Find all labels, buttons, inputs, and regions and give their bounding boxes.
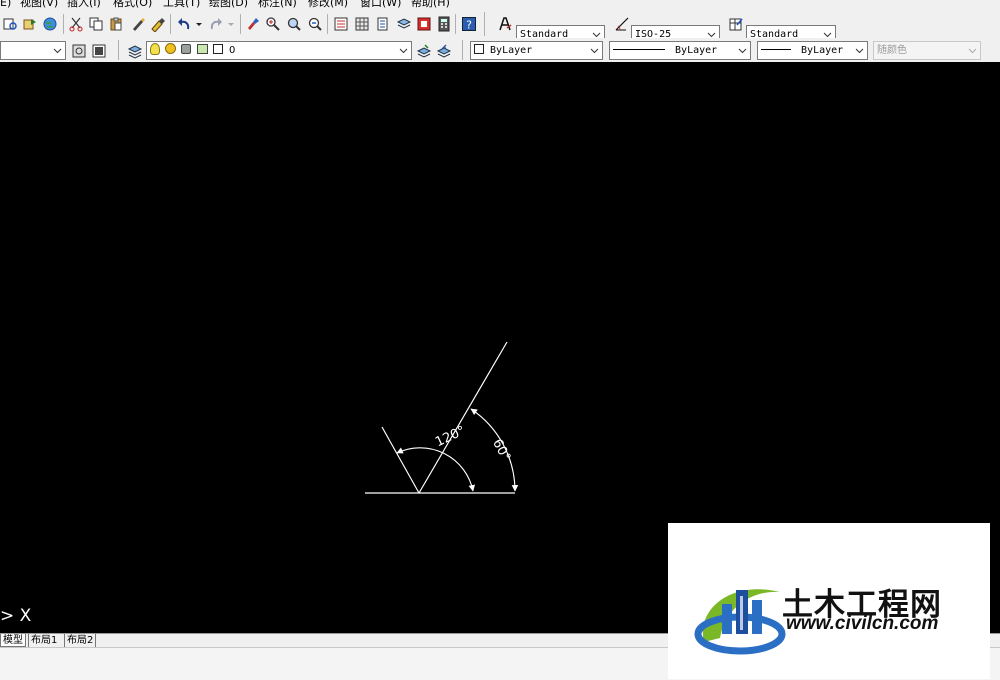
angle-dimension-arc-120[interactable]	[396, 447, 476, 492]
sun-icon	[165, 43, 177, 54]
undo-dropdown-icon[interactable]	[194, 14, 204, 33]
chevron-down-icon	[852, 42, 867, 59]
extension-line[interactable]	[381, 426, 420, 494]
publish-icon[interactable]	[20, 14, 39, 33]
toolbar-separator	[170, 14, 171, 34]
svg-text:?: ?	[466, 18, 472, 31]
angle-label-120: 120°	[433, 423, 468, 450]
make-current-layer-icon[interactable]	[414, 41, 433, 60]
layer-properties-icon[interactable]	[125, 41, 144, 60]
redo-icon[interactable]	[206, 14, 225, 33]
tab-model[interactable]: 模型	[0, 634, 26, 647]
watermark: 土木工程网 www.civilcn.com	[668, 523, 990, 679]
cut-icon[interactable]	[66, 14, 85, 33]
toolbar-separator	[484, 12, 485, 36]
standard-toolbar: ? Standard ISO-25 Standard	[0, 10, 1000, 44]
toolbar-separator	[118, 40, 119, 60]
toolbar-separator	[63, 14, 64, 34]
lightbulb-icon	[150, 43, 160, 55]
copy-icon[interactable]	[86, 14, 105, 33]
color-control-select[interactable]: ByLayer	[470, 41, 603, 60]
properties-icon[interactable]	[331, 14, 350, 33]
chevron-down-icon	[50, 42, 65, 59]
undo-icon[interactable]	[174, 14, 193, 33]
plot-icon	[196, 44, 208, 54]
design-center-icon[interactable]	[352, 14, 371, 33]
workspace-select[interactable]	[0, 41, 66, 60]
table-style-icon[interactable]	[726, 14, 745, 33]
redo-dropdown-icon[interactable]	[226, 14, 236, 33]
layer-previous-icon[interactable]	[434, 41, 453, 60]
globe-icon[interactable]	[40, 14, 59, 33]
block-editor-icon[interactable]	[148, 14, 167, 33]
dimension-style-icon[interactable]	[612, 14, 631, 33]
lock-icon	[181, 44, 192, 54]
workspace-settings-icon[interactable]	[69, 41, 88, 60]
menu-bar: E) 视图(V) 插入(I) 格式(O) 工具(T) 绘图(D) 标注(N) 修…	[0, 0, 1000, 10]
linetype-control-select[interactable]: ByLayer	[609, 41, 751, 60]
color-swatch	[474, 44, 484, 54]
tool-palettes-icon[interactable]	[373, 14, 392, 33]
pan-realtime-icon[interactable]	[243, 14, 262, 33]
chevron-down-icon	[735, 42, 750, 59]
sheet-set-icon[interactable]	[394, 14, 413, 33]
menu-draw[interactable]: 绘图(D)	[209, 0, 248, 10]
help-icon[interactable]: ?	[459, 14, 478, 33]
menu-format[interactable]: 格式(O)	[113, 0, 152, 10]
layers-properties-toolbar: 0 ByLayer ByLayer ByLayer 随颜色	[0, 38, 1000, 63]
command-prompt-glyph: > X	[0, 606, 32, 626]
watermark-url: www.civilcn.com	[786, 613, 939, 634]
toolbar-separator	[455, 14, 456, 34]
linetype-preview	[613, 49, 665, 50]
tab-layout2[interactable]: 布局2	[64, 634, 97, 647]
lineweight-preview	[761, 49, 791, 50]
markup-set-icon[interactable]	[414, 14, 433, 33]
menu-modify[interactable]: 修改(M)	[308, 0, 348, 10]
menu-window[interactable]: 窗口(W)	[360, 0, 401, 10]
menu-view[interactable]: 视图(V)	[20, 0, 58, 10]
menu-edge-fragment: E)	[0, 0, 12, 9]
toolbar-separator	[462, 40, 463, 60]
menu-dimension[interactable]: 标注(N)	[258, 0, 297, 10]
match-properties-icon[interactable]	[128, 14, 147, 33]
menu-insert[interactable]: 插入(I)	[67, 0, 101, 10]
calculator-icon[interactable]	[434, 14, 453, 33]
chevron-down-icon	[587, 42, 602, 59]
inclined-line[interactable]	[418, 341, 508, 494]
tab-layout1[interactable]: 布局1	[28, 634, 59, 647]
toolbar-separator	[240, 14, 241, 34]
paste-icon[interactable]	[106, 14, 125, 33]
plot-style-control-select: 随颜色	[873, 41, 981, 60]
customize-icon[interactable]	[89, 41, 108, 60]
chevron-down-icon	[965, 42, 980, 59]
toolbar-separator	[327, 14, 328, 34]
layer-color-swatch	[212, 44, 223, 54]
text-style-icon[interactable]	[495, 14, 514, 33]
zoom-window-icon[interactable]	[284, 14, 303, 33]
chevron-down-icon	[396, 42, 411, 59]
menu-tools[interactable]: 工具(T)	[163, 0, 200, 10]
zoom-realtime-icon[interactable]	[263, 14, 282, 33]
menu-help[interactable]: 帮助(H)	[411, 0, 450, 10]
plot-preview-icon[interactable]	[0, 14, 19, 33]
lineweight-control-select[interactable]: ByLayer	[757, 41, 868, 60]
zoom-previous-icon[interactable]	[305, 14, 324, 33]
layer-select[interactable]: 0	[146, 41, 412, 60]
